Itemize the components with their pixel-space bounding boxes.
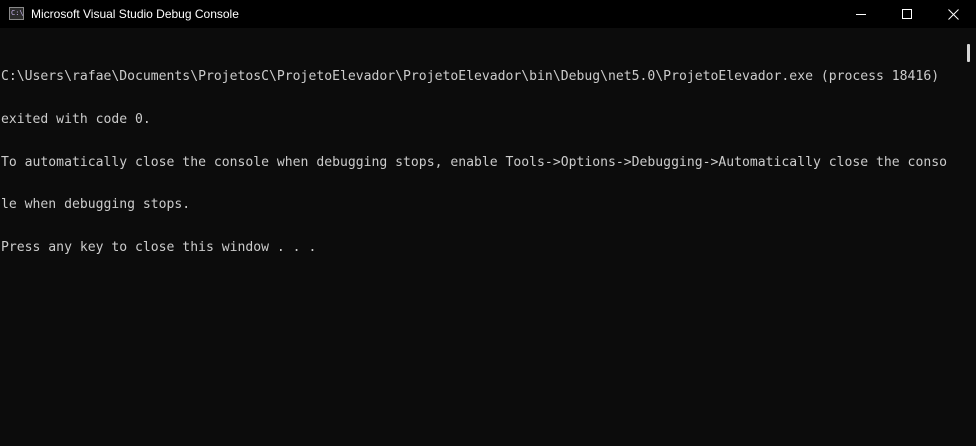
minimize-button[interactable] xyxy=(838,0,884,28)
console-line: C:\Users\rafae\Documents\ProjetosC\Proje… xyxy=(1,69,940,85)
console-text: C:\Users\rafae\Documents\ProjetosC\Proje… xyxy=(1,42,947,283)
console-line: To automatically close the console when … xyxy=(1,154,947,170)
scrollbar-thumb[interactable] xyxy=(967,44,970,62)
vertical-scrollbar[interactable] xyxy=(964,28,976,446)
console-line: exited with code 0. xyxy=(1,112,151,127)
maximize-button[interactable] xyxy=(884,0,930,28)
maximize-icon xyxy=(902,9,912,19)
close-button[interactable] xyxy=(930,0,976,28)
app-icon-glyph: C:\ xyxy=(11,9,24,17)
close-icon xyxy=(947,8,959,20)
console-output[interactable]: C:\Users\rafae\Documents\ProjetosC\Proje… xyxy=(0,28,964,446)
title-bar[interactable]: C:\ Microsoft Visual Studio Debug Consol… xyxy=(0,0,976,28)
console-app-icon[interactable]: C:\ xyxy=(9,7,24,20)
minimize-icon xyxy=(856,9,866,19)
console-window: C:\ Microsoft Visual Studio Debug Consol… xyxy=(0,0,976,446)
console-line: le when debugging stops. xyxy=(1,197,191,213)
window-title: Microsoft Visual Studio Debug Console xyxy=(31,7,239,21)
console-line: Press any key to close this window . . . xyxy=(1,239,317,255)
